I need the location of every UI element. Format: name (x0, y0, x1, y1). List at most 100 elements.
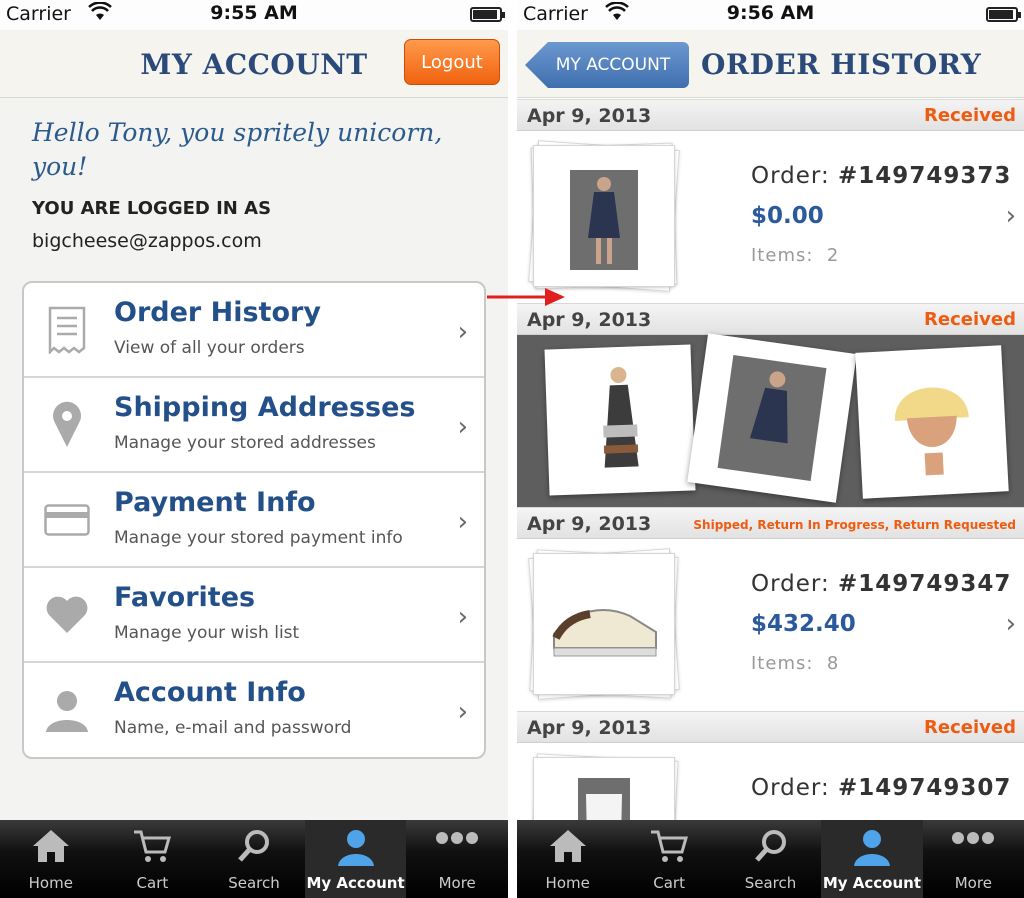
search-icon (236, 828, 272, 868)
battery-icon (986, 7, 1021, 22)
order-items-count: Items: 8 (751, 653, 840, 674)
menu-item-subtitle: Name, e-mail and password (114, 718, 352, 738)
person-icon (336, 828, 376, 870)
tab-label: Cart (136, 874, 169, 892)
order-price: $432.40 (751, 611, 856, 637)
product-thumbnail (528, 548, 680, 700)
pants-image (578, 778, 630, 820)
menu-item-shipping-addresses[interactable]: Shipping Addresses Manage your stored ad… (24, 378, 484, 473)
menu-item-subtitle: Manage your wish list (114, 623, 300, 643)
chevron-right-icon: › (457, 507, 468, 537)
menu-item-favorites[interactable]: Favorites Manage your wish list › (24, 568, 484, 663)
page-title: ORDER HISTORY (701, 48, 982, 81)
person-icon (852, 828, 892, 870)
maxi-dress-image (603, 367, 639, 468)
chevron-right-icon: › (1005, 609, 1016, 639)
tab-cart[interactable]: Cart (102, 820, 204, 898)
order-row[interactable]: Order: #149749307 (517, 743, 1024, 820)
order-number: Order: #149749347 (751, 571, 1012, 597)
product-thumbnail (528, 140, 680, 292)
menu-item-title: Payment Info (114, 487, 316, 518)
tab-cart[interactable]: Cart (618, 820, 719, 898)
chevron-right-icon: › (457, 602, 468, 632)
knit-hat-image (894, 387, 969, 476)
order-number: Order: #149749307 (751, 775, 1012, 801)
order-items-count: Items: 2 (751, 245, 840, 266)
order-status: Received (924, 105, 1016, 126)
tab-label: More (438, 874, 476, 892)
account-menu: Order History View of all your orders › … (22, 281, 486, 759)
more-dots-icon (950, 828, 996, 852)
sneaker-image (552, 609, 657, 657)
menu-item-subtitle: Manage your stored payment info (114, 528, 403, 548)
order-date: Apr 9, 2013 (527, 105, 652, 127)
my-account-screen: Carrier 9:55 AM MY ACCOUNT Logout Hello … (0, 0, 508, 898)
person-icon (44, 685, 90, 735)
tab-more[interactable]: More (923, 820, 1024, 898)
status-time: 9:55 AM (210, 2, 298, 24)
menu-item-subtitle: View of all your orders (114, 338, 305, 358)
menu-item-order-history[interactable]: Order History View of all your orders › (24, 283, 484, 378)
order-list: Apr 9, 2013 Received Order: #149749373 $… (517, 99, 1024, 820)
battery-icon (470, 7, 505, 22)
status-bar: Carrier 9:56 AM (517, 0, 1024, 30)
receipt-icon (44, 305, 90, 355)
tab-my-account[interactable]: My Account (821, 820, 923, 898)
chevron-right-icon: › (1005, 201, 1016, 231)
tab-search[interactable]: Search (720, 820, 821, 898)
order-status: Received (924, 717, 1016, 738)
menu-item-payment-info[interactable]: Payment Info Manage your stored payment … (24, 473, 484, 568)
heart-icon (44, 590, 90, 640)
product-thumbnail (529, 753, 679, 820)
product-thumbnail (855, 345, 1009, 499)
product-thumbnail (687, 333, 857, 503)
order-date: Apr 9, 2013 (527, 717, 652, 739)
tab-label: Search (228, 874, 280, 892)
order-price: $0.00 (751, 203, 824, 229)
chevron-right-icon: › (457, 412, 468, 442)
cart-icon (132, 828, 172, 868)
status-time: 9:56 AM (726, 2, 815, 24)
tab-label: Home (545, 874, 590, 892)
order-row[interactable]: Order: #149749373 $0.00 Items: 2 › (517, 131, 1024, 303)
order-date: Apr 9, 2013 (527, 513, 652, 535)
product-thumbnail (544, 344, 696, 496)
home-icon (31, 828, 71, 868)
order-product-gallery[interactable] (517, 333, 1024, 507)
menu-item-title: Order History (114, 297, 321, 328)
tab-label: My Account (306, 874, 405, 892)
menu-item-title: Shipping Addresses (114, 392, 416, 423)
more-dots-icon (434, 828, 480, 852)
menu-item-account-info[interactable]: Account Info Name, e-mail and password › (24, 663, 484, 757)
back-button[interactable]: MY ACCOUNT (525, 42, 689, 88)
chevron-right-icon: › (457, 317, 468, 347)
logged-in-label: YOU ARE LOGGED IN AS (32, 198, 272, 219)
home-icon (548, 828, 588, 868)
tab-home[interactable]: Home (0, 820, 102, 898)
location-pin-icon (44, 400, 90, 450)
order-date-header: Apr 9, 2013 Received (517, 711, 1024, 743)
menu-item-title: Favorites (114, 582, 256, 613)
tab-bar: Home Cart Search My Account More (0, 820, 508, 898)
tab-label: More (954, 874, 992, 892)
order-date-header: Apr 9, 2013 Received (517, 303, 1024, 335)
order-row[interactable]: Order: #149749347 $432.40 Items: 8 › (517, 539, 1024, 711)
tab-more[interactable]: More (406, 820, 508, 898)
tab-search[interactable]: Search (203, 820, 305, 898)
nav-bar: MY ACCOUNT ORDER HISTORY (517, 30, 1024, 98)
tab-bar: Home Cart Search My Account More (517, 820, 1024, 898)
order-history-screen: Carrier 9:56 AM MY ACCOUNT ORDER HISTORY… (517, 0, 1024, 898)
logout-button[interactable]: Logout (404, 39, 500, 85)
tab-home[interactable]: Home (517, 820, 618, 898)
arrow-icon (487, 288, 565, 306)
tab-label: My Account (822, 874, 921, 892)
order-status: Received (924, 309, 1016, 330)
tab-label: Search (744, 874, 797, 892)
status-bar: Carrier 9:55 AM (0, 0, 508, 30)
chevron-right-icon: › (457, 697, 468, 727)
cart-icon (649, 828, 689, 868)
order-date-header: Apr 9, 2013 Received (517, 99, 1024, 131)
tab-my-account[interactable]: My Account (304, 820, 407, 898)
order-number: Order: #149749373 (751, 163, 1012, 189)
dress-image (570, 170, 638, 270)
